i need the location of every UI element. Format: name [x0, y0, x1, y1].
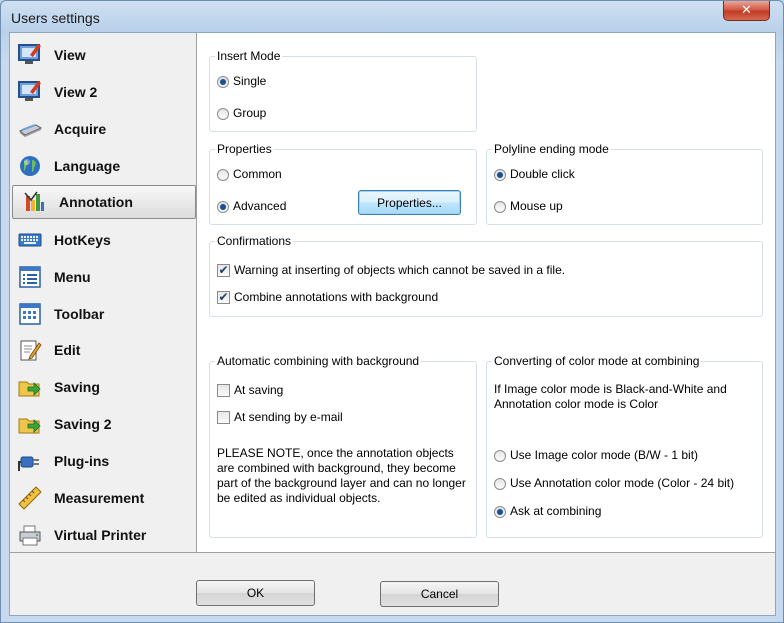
color-mode-description: If Image color mode is Black-and-White a… [494, 382, 727, 411]
sidebar-item-language[interactable]: Language [12, 149, 196, 183]
sidebar-item-label: Saving [54, 379, 100, 395]
combine-checkbox-label[interactable]: Combine annotations with background [234, 290, 438, 304]
group-title: Properties [215, 142, 274, 156]
properties-button[interactable]: Properties... [358, 190, 461, 215]
scanner-icon [18, 117, 43, 141]
radio-single-label[interactable]: Single [233, 74, 266, 88]
radio-mouse-up-label[interactable]: Mouse up [510, 199, 563, 213]
sidebar-item-menu[interactable]: Menu [12, 260, 196, 294]
sidebar: View View 2 Acquire Language Annotation … [10, 33, 196, 552]
sidebar-item-saving-2[interactable]: Saving 2 [12, 407, 196, 441]
at-email-label[interactable]: At sending by e-mail [234, 410, 343, 424]
dialog-client-area: View View 2 Acquire Language Annotation … [9, 32, 776, 616]
at-saving-label[interactable]: At saving [234, 383, 283, 397]
edit-icon [18, 338, 42, 362]
radio-annotation-color-mode-label[interactable]: Use Annotation color mode (Color - 24 bi… [510, 476, 734, 490]
radio-ask-at-combining-label[interactable]: Ask at combining [510, 504, 601, 518]
plugins-icon [18, 449, 42, 473]
radio-group-label[interactable]: Group [233, 106, 266, 120]
sidebar-item-label: Toolbar [54, 306, 105, 322]
sidebar-item-view[interactable]: View [12, 38, 196, 72]
sidebar-item-hotkeys[interactable]: HotKeys [12, 223, 196, 257]
sidebar-item-plug-ins[interactable]: Plug-ins [12, 444, 196, 478]
sidebar-item-measurement[interactable]: Measurement [12, 481, 196, 515]
view-icon [18, 43, 42, 67]
group-title: Polyline ending mode [492, 142, 611, 156]
warning-checkbox-label[interactable]: Warning at inserting of objects which ca… [234, 263, 565, 277]
saving2-icon [18, 412, 42, 436]
group-title: Insert Mode [215, 49, 283, 63]
sidebar-item-saving[interactable]: Saving [12, 370, 196, 404]
sidebar-item-label: Virtual Printer [54, 527, 147, 543]
sidebar-item-view-2[interactable]: View 2 [12, 75, 196, 109]
warning-checkbox[interactable]: ✔ [217, 264, 230, 277]
group-title: Confirmations [215, 234, 294, 248]
view2-icon [18, 80, 42, 104]
radio-image-color-mode-label[interactable]: Use Image color mode (B/W - 1 bit) [510, 448, 698, 462]
confirmations-group: Confirmations ✔ Warning at inserting of … [209, 234, 763, 317]
printer-icon [18, 523, 42, 547]
annotation-icon [23, 190, 47, 214]
color-mode-group: Converting of color mode at combining If… [486, 354, 763, 538]
ruler-icon [18, 486, 42, 510]
radio-double-click-label[interactable]: Double click [510, 167, 575, 181]
sidebar-item-label: View 2 [54, 84, 98, 100]
sidebar-item-label: Saving 2 [54, 416, 112, 432]
menu-icon [18, 265, 42, 289]
radio-double-click[interactable] [494, 169, 506, 181]
toolbar-icon [18, 302, 42, 326]
close-icon: ✕ [741, 3, 752, 18]
radio-common[interactable] [217, 169, 229, 181]
sidebar-item-label: Menu [54, 269, 91, 285]
group-title: Converting of color mode at combining [492, 354, 702, 368]
sidebar-item-label: Annotation [59, 194, 133, 210]
sidebar-item-label: Measurement [54, 490, 145, 506]
at-saving-checkbox[interactable] [217, 384, 230, 397]
radio-annotation-color-mode[interactable] [494, 478, 506, 490]
sidebar-item-label: Language [54, 158, 121, 174]
auto-combining-group: Automatic combining with background At s… [209, 354, 477, 538]
radio-group[interactable] [217, 108, 229, 120]
radio-common-label[interactable]: Common [233, 167, 282, 181]
sidebar-item-label: Acquire [54, 121, 107, 137]
at-email-checkbox[interactable] [217, 411, 230, 424]
combine-note: PLEASE NOTE, once the annotation objects… [217, 446, 466, 505]
group-title: Automatic combining with background [215, 354, 422, 368]
sidebar-item-label: View [54, 47, 86, 63]
sidebar-item-label: Edit [54, 342, 81, 358]
globe-icon [18, 154, 42, 178]
radio-image-color-mode[interactable] [494, 450, 506, 462]
sidebar-item-toolbar[interactable]: Toolbar [12, 297, 196, 331]
window-title: Users settings [11, 10, 100, 26]
sidebar-item-virtual-printer[interactable]: Virtual Printer [12, 518, 196, 552]
radio-mouse-up[interactable] [494, 201, 506, 213]
properties-group: Properties Common Advanced Properties... [209, 142, 477, 225]
settings-window: Users settings ✕ View View 2 Acquire Lan… [0, 0, 784, 623]
radio-ask-at-combining[interactable] [494, 506, 506, 518]
sidebar-item-label: Plug-ins [54, 453, 110, 469]
title-bar: Users settings ✕ [1, 1, 783, 33]
sidebar-item-label: HotKeys [54, 232, 111, 248]
annotation-settings-panel: Insert Mode Single Group Properties Comm… [197, 33, 775, 552]
ok-button[interactable]: OK [196, 580, 315, 606]
sidebar-item-acquire[interactable]: Acquire [12, 112, 196, 146]
close-button[interactable]: ✕ [723, 1, 770, 21]
keyboard-icon [18, 228, 42, 252]
radio-advanced[interactable] [217, 201, 229, 213]
radio-advanced-label[interactable]: Advanced [233, 199, 286, 213]
sidebar-item-edit[interactable]: Edit [12, 333, 196, 367]
cancel-button[interactable]: Cancel [380, 581, 499, 607]
polyline-ending-group: Polyline ending mode Double click Mouse … [486, 142, 763, 225]
insert-mode-group: Insert Mode Single Group [209, 49, 477, 132]
sidebar-item-annotation[interactable]: Annotation [12, 185, 196, 219]
radio-single[interactable] [217, 76, 229, 88]
combine-checkbox[interactable]: ✔ [217, 291, 230, 304]
saving-icon [18, 375, 42, 399]
footer-divider [10, 552, 775, 553]
